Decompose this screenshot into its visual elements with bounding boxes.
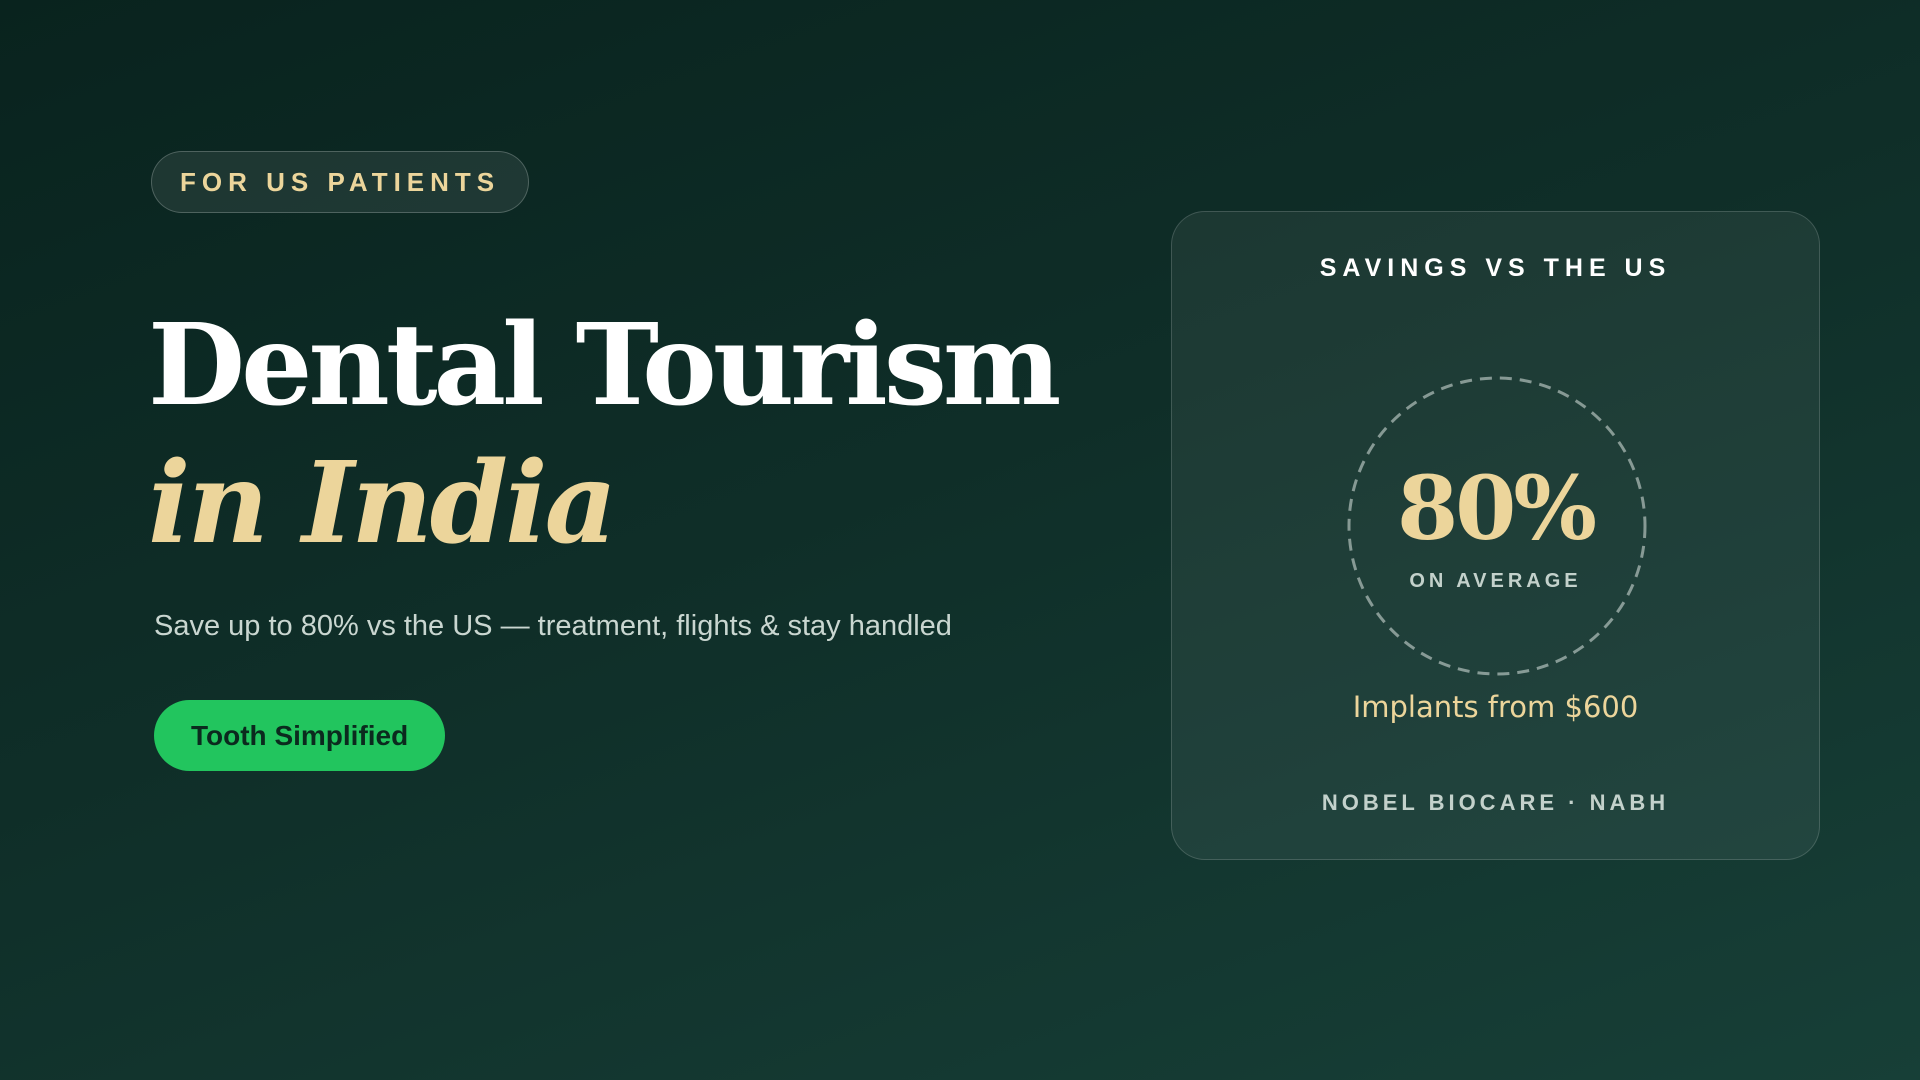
- hero-subtitle: Save up to 80% vs the US — treatment, fl…: [154, 610, 952, 642]
- savings-card: SAVINGS VS THE US 80% ON AVERAGE Implant…: [1171, 211, 1820, 860]
- savings-card-heading: SAVINGS VS THE US: [1319, 254, 1672, 282]
- audience-badge-label: FOR US PATIENTS: [180, 166, 501, 197]
- hero-title-line2: in India: [148, 438, 617, 569]
- cta-button[interactable]: Tooth Simplified: [154, 700, 446, 771]
- savings-percentage: 80%: [1396, 456, 1597, 560]
- hero-page: { "hero": { "badge": "FOR US PATIENTS", …: [0, 0, 1920, 1080]
- audience-badge: FOR US PATIENTS: [151, 151, 530, 213]
- accreditation-badges: NOBEL BIOCARE · NABH: [1321, 790, 1670, 815]
- savings-caption: ON AVERAGE: [1409, 570, 1582, 592]
- hero-title-line1: Dental Tourism: [148, 300, 1061, 431]
- implant-price: Implants from $600: [1352, 690, 1639, 724]
